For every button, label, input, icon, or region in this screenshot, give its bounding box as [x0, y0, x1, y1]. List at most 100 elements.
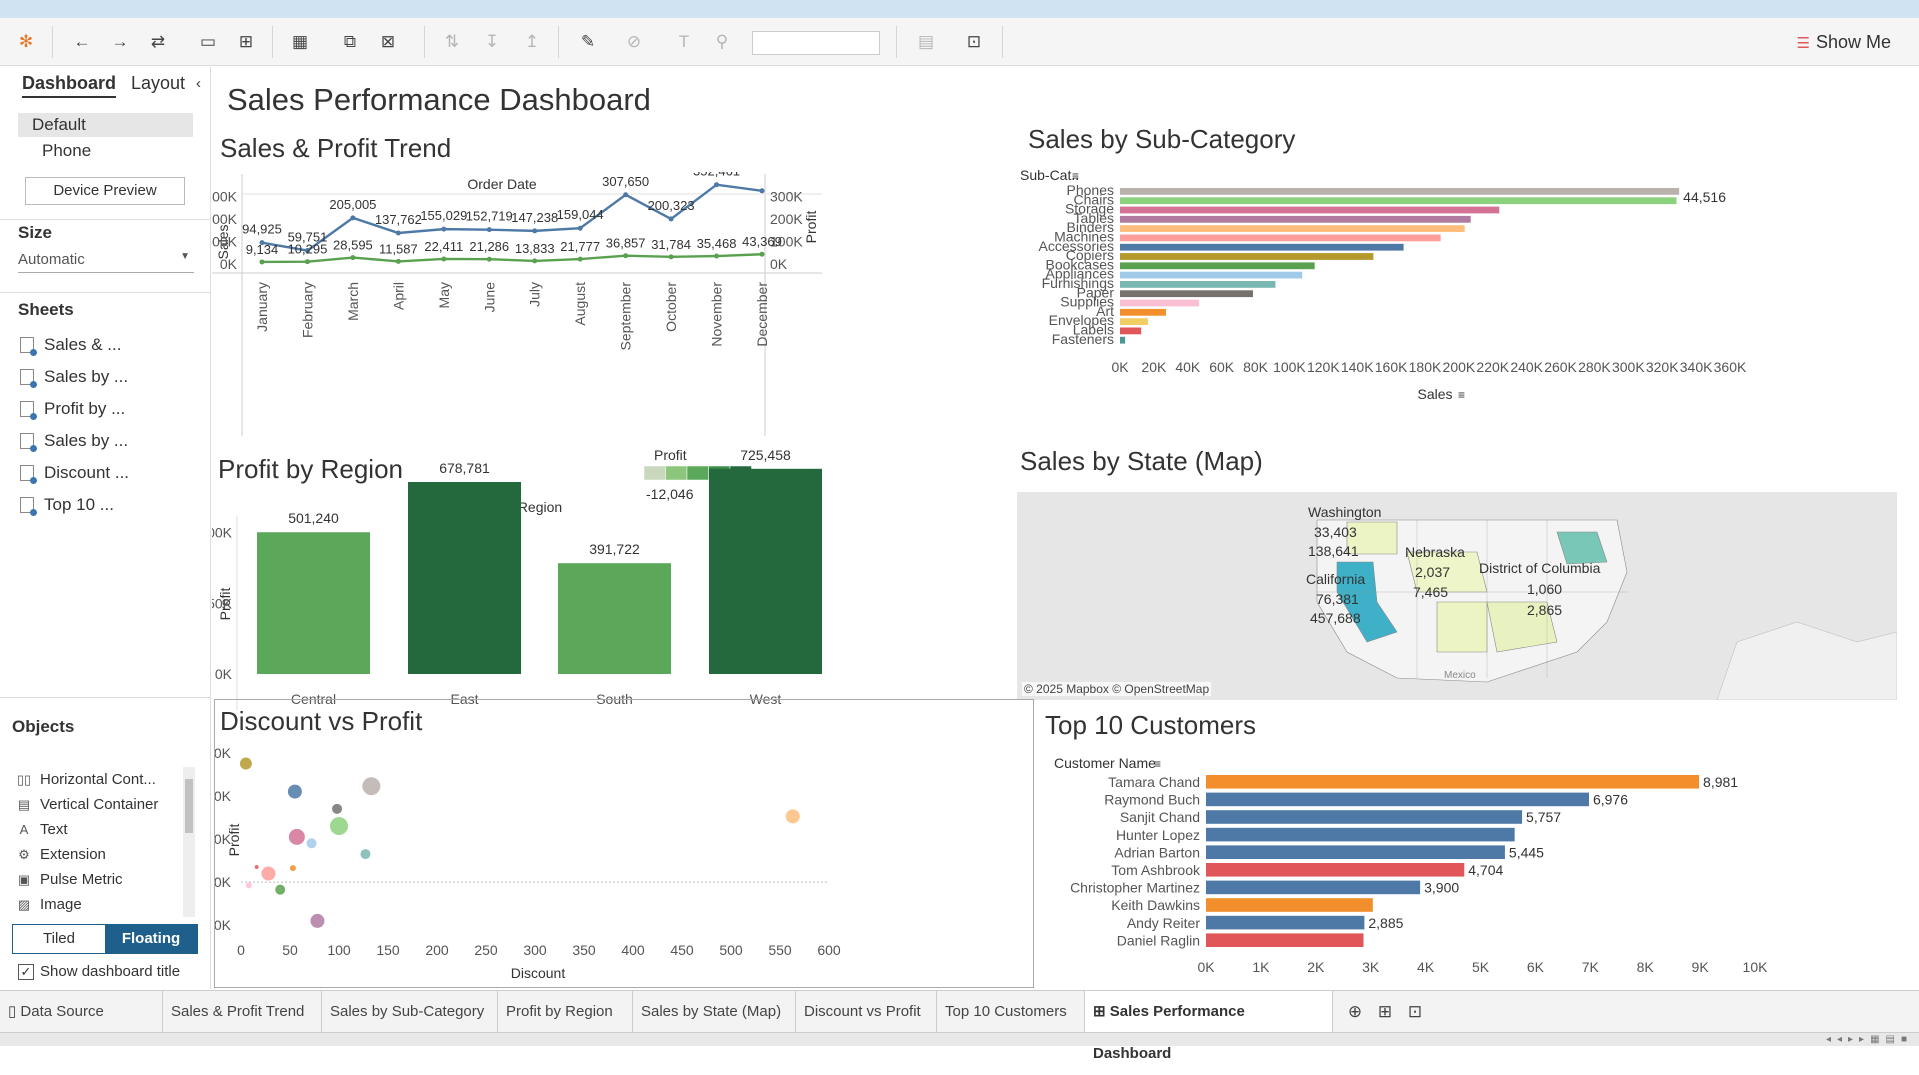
device-default[interactable]: Default [18, 113, 193, 137]
sheets-heading: Sheets [18, 300, 74, 319]
scatter-ytick: 60K [215, 745, 232, 761]
show-title-label: Show dashboard title [40, 963, 181, 980]
subcat-bar [1120, 197, 1677, 205]
highlight-icon[interactable]: ✎ [576, 30, 600, 54]
subcat-bar [1120, 188, 1680, 195]
tab-layout[interactable]: Layout [131, 73, 185, 94]
sort-descending-icon[interactable]: ↥ [520, 30, 544, 54]
trend-ytick-right: 200K [770, 211, 803, 227]
object-label: Text [40, 821, 68, 838]
duplicate-sheet-icon[interactable]: ⧉ [338, 30, 362, 54]
show-cards-icon[interactable]: ▤ [914, 30, 938, 54]
presentation-mode-icon[interactable]: ⊡ [962, 30, 986, 54]
subcat-bar [1120, 290, 1253, 298]
trend-data-label: 31,784 [651, 237, 691, 252]
sheet-item[interactable]: Sales by ... [20, 431, 128, 452]
collapse-panel-icon[interactable]: ‹ [196, 75, 201, 92]
scatter-point [239, 757, 252, 770]
subcat-xtick: 360K [1714, 359, 1747, 375]
sheet-item[interactable]: Sales & ... [20, 335, 121, 356]
object-image[interactable]: ▨ Image [16, 896, 82, 913]
region-data-label: 678,781 [439, 460, 490, 476]
sales-profit-trend-chart[interactable]: Order DateSalesProfit0K0K100K100K200K200… [212, 172, 1020, 437]
worksheet-icon [20, 337, 37, 356]
object-horizontal-container[interactable]: ▯▯ Horizontal Cont... [16, 771, 156, 788]
tab-sheet[interactable]: Sales by Sub-Category [322, 991, 498, 1033]
sort-ascending-icon[interactable]: ↧ [480, 30, 504, 54]
label-icon[interactable]: T [672, 30, 696, 54]
new-datasource-icon[interactable]: ⊞ [234, 30, 258, 54]
tab-sheet[interactable]: Sales & Profit Trend [163, 991, 322, 1033]
floating-button[interactable]: Floating [105, 925, 197, 953]
state-texas [1436, 601, 1488, 653]
tab-dashboard-active[interactable]: ⊞ Sales Performance Dashboard [1085, 991, 1333, 1062]
tab-sheet[interactable]: Sales by State (Map) [633, 991, 796, 1033]
trend-point [486, 256, 492, 262]
show-me-button[interactable]: ☰ Show Me [1797, 32, 1892, 53]
show-title-option[interactable]: ✓ Show dashboard title [18, 963, 180, 980]
group-icon[interactable]: ⊘ [622, 30, 646, 54]
sales-by-subcategory-chart[interactable]: Sub-Cat..≡PhonesChairsStorageTablesBinde… [1020, 166, 1900, 440]
top-customers-chart[interactable]: Customer Name≡ Tamara Chand 8,981 Raymond B… [1040, 748, 1900, 988]
page-nav-icons[interactable]: ◂◂▸▸▦▤■ [1826, 1034, 1913, 1045]
trend-xtick: August [572, 282, 588, 326]
region-legend-title: Profit [654, 447, 687, 463]
object-text[interactable]: A Text [16, 821, 68, 838]
object-pulse-metric[interactable]: ▣ Pulse Metric [16, 871, 123, 888]
sheet-item[interactable]: Sales by ... [20, 367, 128, 388]
new-worksheet-icon[interactable]: ⊕ [1343, 1000, 1367, 1024]
replay-icon[interactable]: ⇄ [146, 30, 170, 54]
save-icon[interactable]: ▭ [196, 30, 220, 54]
new-worksheet-icon[interactable]: ▦ [288, 30, 312, 54]
map-label-dc: District of Columbia [1479, 560, 1601, 576]
tab-sheet[interactable]: Top 10 Customers [937, 991, 1085, 1033]
map-label-washington-sales: 138,641 [1308, 543, 1359, 559]
region-ytick: 50K [212, 595, 233, 611]
fit-dropdown[interactable] [752, 31, 880, 55]
device-preview-button[interactable]: Device Preview [25, 177, 185, 205]
trend-xtick: April [390, 282, 406, 310]
customer-bar [1206, 933, 1364, 947]
trend-ytick-left: 0K [220, 256, 238, 272]
subcat-xtick: 160K [1375, 359, 1408, 375]
tiled-button[interactable]: Tiled [13, 925, 105, 953]
sheet-item[interactable]: Profit by ... [20, 399, 125, 420]
sales-by-state-map[interactable]: Washington 33,403 138,641 California 76,… [1017, 492, 1897, 700]
pin-icon[interactable]: ⚲ [710, 30, 734, 54]
clear-sheet-icon[interactable]: ⊠ [376, 30, 400, 54]
region-legend-swatch [686, 465, 709, 481]
subcat-bar [1120, 308, 1166, 316]
subcat-xtick: 320K [1646, 359, 1679, 375]
divider [0, 697, 210, 698]
scrollbar-thumb[interactable] [185, 779, 193, 833]
customer-name-label: Andy Reiter [1127, 915, 1200, 931]
sheet-item[interactable]: Discount ... [20, 463, 129, 484]
sheet-item[interactable]: Top 10 ... [20, 495, 114, 516]
map-title: Sales by State (Map) [1020, 446, 1263, 476]
new-dashboard-icon[interactable]: ⊞ [1373, 1000, 1397, 1024]
customer-name-label: Tom Ashbrook [1111, 862, 1201, 878]
profit-by-region-chart[interactable]: Profit-12,046108,418RegionProfit0K50K100… [212, 446, 1020, 710]
device-phone[interactable]: Phone [18, 139, 193, 163]
object-extension[interactable]: ⚙ Extension [16, 846, 106, 863]
redo-icon[interactable]: → [108, 30, 132, 54]
tab-dashboard[interactable]: Dashboard [22, 73, 117, 98]
object-vertical-container[interactable]: ▤ Vertical Container [16, 796, 159, 813]
scatter-xtick: 600 [817, 942, 841, 958]
undo-icon[interactable]: ← [70, 30, 94, 54]
tab-sheet[interactable]: Discount vs Profit [796, 991, 937, 1033]
tab-sheet[interactable]: Profit by Region [498, 991, 633, 1033]
subcat-title: Sales by Sub-Category [1028, 124, 1296, 154]
trend-ytick-right: 300K [770, 189, 803, 205]
trend-point [759, 188, 765, 194]
tab-data-source[interactable]: ▯ Data Source [0, 991, 163, 1033]
scatter-point [332, 803, 343, 814]
swap-axes-icon[interactable]: ⇅ [440, 30, 464, 54]
subcat-xtick: 280K [1578, 359, 1611, 375]
discount-vs-profit-chart[interactable]: Profit-20K0K20K40K60K0501001502002503003… [215, 740, 1033, 986]
objects-scrollbar[interactable] [183, 767, 195, 917]
checkbox-checked-icon[interactable]: ✓ [18, 963, 34, 980]
tableau-logo-icon[interactable]: ✻ [14, 30, 38, 54]
size-dropdown[interactable]: Automatic ▼ [18, 251, 194, 273]
new-story-icon[interactable]: ⊡ [1403, 1000, 1427, 1024]
